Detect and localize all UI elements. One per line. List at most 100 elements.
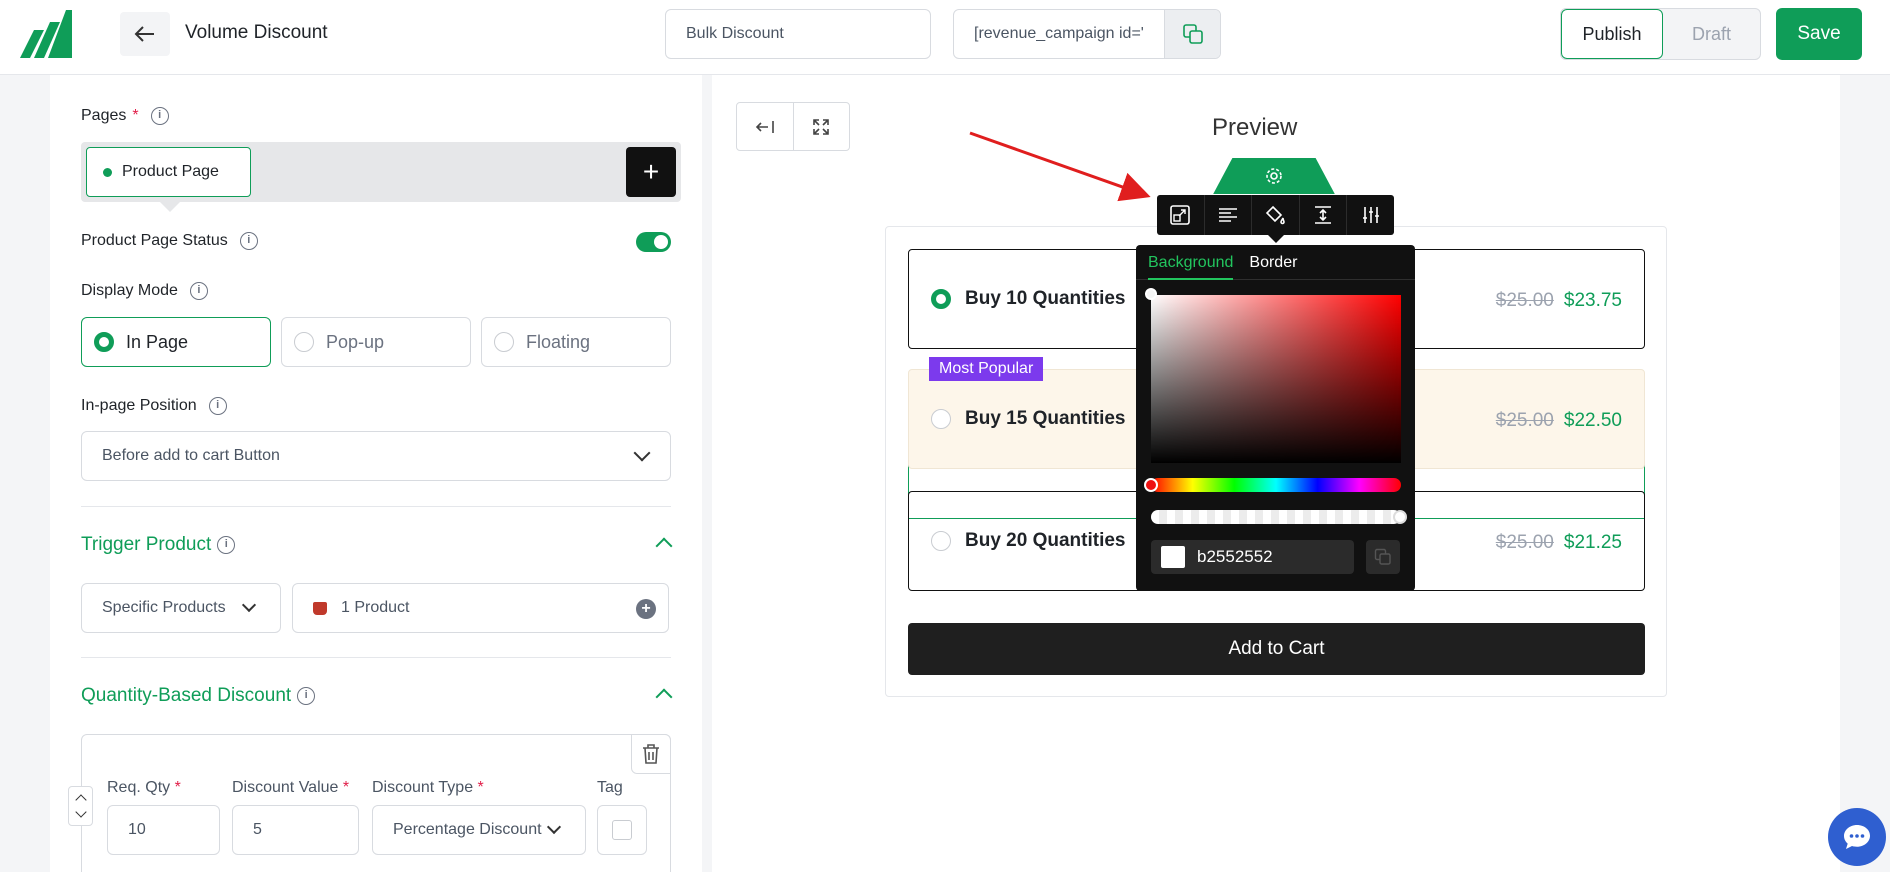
page-title: Volume Discount <box>185 22 328 43</box>
element-toolbar <box>1157 195 1394 235</box>
display-mode-in-page[interactable]: In Page <box>81 317 271 367</box>
quantity-discount-title[interactable]: Quantity-Based Discount i <box>81 685 316 707</box>
plus-icon: + <box>642 156 660 187</box>
old-price: $25.00 <box>1495 532 1554 553</box>
chevron-down-icon[interactable] <box>74 806 87 818</box>
annotation-arrow-icon <box>969 131 1151 202</box>
tab-background[interactable]: Background <box>1148 245 1234 280</box>
copy-hex-button[interactable] <box>1366 540 1400 574</box>
color-picker: Background Border b2552552 <box>1136 245 1415 591</box>
fullscreen-button[interactable] <box>794 103 850 150</box>
discount-type-select[interactable]: Percentage Discount <box>372 805 586 855</box>
chevron-down-icon <box>546 819 562 835</box>
tab-border[interactable]: Border <box>1249 245 1297 280</box>
chevron-up-icon[interactable] <box>655 537 673 555</box>
color-swatch <box>1161 546 1185 568</box>
new-price: $22.50 <box>1563 410 1622 431</box>
collapse-left-icon <box>755 120 774 133</box>
settings-tab[interactable] <box>1213 158 1335 194</box>
radio-icon <box>931 409 951 429</box>
tag-checkbox[interactable] <box>612 820 632 840</box>
trash-icon <box>643 744 659 764</box>
preview-title: Preview <box>1212 114 1298 141</box>
arrow-left-icon <box>134 26 154 42</box>
add-to-cart-button[interactable]: Add to Cart <box>908 623 1645 675</box>
reorder-stepper[interactable] <box>68 786 93 826</box>
old-price: $25.00 <box>1495 290 1554 311</box>
draft-button[interactable]: Draft <box>1663 9 1760 59</box>
chevron-up-icon[interactable] <box>655 688 673 706</box>
chip-pointer <box>160 202 180 212</box>
chat-bubble-icon <box>1844 825 1870 849</box>
info-icon[interactable]: i <box>239 232 258 250</box>
info-icon[interactable]: i <box>297 687 316 705</box>
vertical-spacing-icon <box>1315 206 1332 224</box>
status-dot-icon <box>103 167 112 177</box>
position-label: In-page Position i <box>81 397 227 415</box>
adjust-tool-button[interactable] <box>1347 195 1394 235</box>
brand-logo-icon <box>20 10 72 58</box>
page-chip-product[interactable]: Product Page <box>86 147 251 197</box>
chevron-down-icon <box>633 444 651 462</box>
hue-slider[interactable] <box>1151 478 1401 492</box>
most-popular-badge: Most Popular <box>929 357 1044 381</box>
copy-icon <box>1374 548 1391 565</box>
sliders-icon <box>1362 207 1379 223</box>
saturation-area[interactable] <box>1151 295 1401 463</box>
saturation-handle[interactable] <box>1145 288 1157 300</box>
shortcode-field: [revenue_campaign id=' <box>953 9 1221 59</box>
hex-value: b2552552 <box>1197 547 1273 566</box>
product-page-status-toggle[interactable] <box>636 232 671 252</box>
status-toggle: Publish Draft <box>1560 8 1761 60</box>
toolbar-caret <box>1268 235 1284 243</box>
old-price: $25.00 <box>1495 410 1554 431</box>
shortcode-text[interactable]: [revenue_campaign id=' <box>954 10 1164 58</box>
product-selector[interactable]: 1 Product + <box>292 583 669 633</box>
trigger-product-title[interactable]: Trigger Product i <box>81 534 236 556</box>
align-tool-button[interactable] <box>1205 195 1253 235</box>
info-icon[interactable]: i <box>208 397 227 415</box>
settings-panel: Pages * i Product Page + Product Page Stat… <box>50 75 702 872</box>
chevron-down-icon <box>241 597 257 613</box>
chevron-up-icon[interactable] <box>74 794 87 806</box>
collapse-panel-button[interactable] <box>737 103 794 150</box>
preview-tools <box>736 102 850 151</box>
add-page-button[interactable]: + <box>626 147 676 197</box>
top-bar: Volume Discount [revenue_campaign id=' P… <box>0 0 1890 75</box>
copy-icon <box>1182 24 1203 44</box>
chat-support-button[interactable] <box>1828 808 1886 866</box>
expand-icon <box>813 118 830 135</box>
hex-input[interactable]: b2552552 <box>1151 540 1354 574</box>
display-mode-popup[interactable]: Pop-up <box>281 317 471 367</box>
trigger-type-select[interactable]: Specific Products <box>81 583 281 633</box>
discount-value-input[interactable]: 5 <box>232 805 359 855</box>
display-mode-floating[interactable]: Floating <box>481 317 671 367</box>
position-select[interactable]: Before add to cart Button <box>81 431 671 481</box>
resize-tool-button[interactable] <box>1157 195 1205 235</box>
pages-label: Pages * i <box>81 107 169 125</box>
fill-tool-button[interactable] <box>1252 195 1300 235</box>
req-qty-input[interactable]: 10 <box>107 805 220 855</box>
alpha-handle[interactable] <box>1393 510 1407 524</box>
align-left-icon <box>1218 208 1237 222</box>
tag-label: Tag <box>597 779 623 796</box>
info-icon[interactable]: i <box>217 536 236 554</box>
radio-checked-icon <box>931 289 951 309</box>
publish-button[interactable]: Publish <box>1561 9 1663 59</box>
back-button[interactable] <box>120 12 170 56</box>
campaign-name-input[interactable] <box>665 9 931 59</box>
radio-icon <box>931 531 951 551</box>
tag-checkbox-wrap <box>597 805 647 855</box>
hue-handle[interactable] <box>1144 478 1158 492</box>
radio-icon <box>494 332 514 352</box>
add-circle-icon[interactable]: + <box>636 599 656 619</box>
info-icon[interactable]: i <box>150 107 169 125</box>
copy-shortcode-button[interactable] <box>1164 10 1220 58</box>
alpha-slider[interactable] <box>1151 510 1401 524</box>
delete-tier-button[interactable] <box>631 734 671 774</box>
spacing-tool-button[interactable] <box>1300 195 1348 235</box>
radio-checked-icon <box>94 332 114 352</box>
save-button[interactable]: Save <box>1776 8 1862 60</box>
info-icon[interactable]: i <box>189 282 208 300</box>
gear-icon <box>1266 168 1282 184</box>
